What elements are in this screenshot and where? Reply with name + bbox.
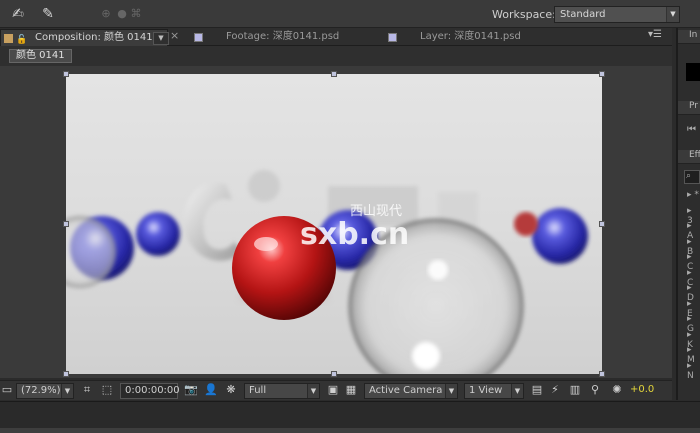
chevron-down-icon: ▼: [445, 384, 457, 398]
puppet-starch-tool-icon[interactable]: ✎: [36, 4, 60, 24]
panel-color-icon: [4, 34, 13, 43]
puppet-pin-tool-icon[interactable]: ✍: [6, 4, 30, 24]
resolution-dropdown[interactable]: Full ▼: [244, 383, 320, 399]
mask-visibility-icon[interactable]: ⬚: [100, 383, 114, 399]
right-panel-stack: In Pr ⏮ Eff ▸ * ▸ 3 ▸ A ▸ B ▸ C ▸ C ▸ D ▸ E ▸ G ▸…: [676, 28, 700, 400]
footage-swatch-icon: [194, 33, 203, 42]
effects-search-icon[interactable]: ⌕: [684, 170, 700, 184]
effects-category-item[interactable]: ▸ N: [687, 361, 700, 381]
effects-panel-tab[interactable]: Eff: [678, 150, 700, 164]
chevron-down-icon: ▼: [511, 384, 523, 398]
tab-composition-label: Composition: 颜色 0141: [35, 32, 153, 43]
zoom-value: (72.9%): [21, 385, 61, 396]
rendered-frame: 西山现代 sxb.cn: [66, 74, 602, 374]
timeline-icon[interactable]: ▥: [568, 383, 582, 399]
fast-previews-icon[interactable]: ⚡: [548, 383, 562, 399]
transparency-grid-icon[interactable]: ▦: [344, 383, 358, 399]
region-of-interest-icon[interactable]: ▣: [326, 383, 340, 399]
grid-guide-icon[interactable]: ⌗: [80, 383, 94, 399]
panel-menu-icon[interactable]: ▾☰: [648, 29, 662, 40]
layer-swatch-icon: [388, 33, 397, 42]
view-layout-dropdown[interactable]: 1 View ▼: [464, 383, 524, 399]
viewer-controls-bar: ▭ (72.9%) ▼ ⌗ ⬚ 0:00:00:00 📷 👤 ❋ Full ▼ …: [0, 380, 672, 400]
show-snapshot-icon[interactable]: 👤: [204, 383, 218, 399]
workspace-select[interactable]: Standard ▼: [554, 6, 680, 23]
composition-viewer[interactable]: 西山现代 sxb.cn: [0, 66, 672, 378]
toggle-pixel-aspect-icon[interactable]: ▤: [530, 383, 544, 399]
composition-dropdown-icon[interactable]: ▼: [153, 32, 169, 45]
watermark-en: sxb.cn: [300, 217, 409, 252]
resolution-value: Full: [249, 385, 267, 396]
info-color-swatch: [686, 63, 700, 81]
exposure-value[interactable]: +0.0: [630, 383, 654, 399]
tools-toolbar: ✍ ✎ ⊕ ● ⌘ Workspace: Standard ▼: [0, 0, 700, 28]
tab-footage[interactable]: Footage: 深度0141.psd: [190, 29, 380, 46]
transform-handle[interactable]: [599, 71, 605, 77]
transform-handle[interactable]: [63, 71, 69, 77]
composition-navigator: 颜色 0141: [0, 46, 672, 66]
transform-handle[interactable]: [331, 71, 337, 77]
snapshot-icon[interactable]: 📷: [184, 383, 198, 399]
timeline-strip: [0, 428, 700, 433]
transform-handle[interactable]: [599, 371, 605, 377]
transform-handle[interactable]: [331, 371, 337, 377]
current-time-field[interactable]: 0:00:00:00: [120, 383, 180, 399]
timeline-area: [0, 401, 700, 433]
tab-layer[interactable]: Layer: 深度0141.psd: [384, 29, 624, 46]
camera-value: Active Camera: [369, 385, 443, 396]
chevron-down-icon: ▼: [666, 7, 679, 22]
magnification-dropdown[interactable]: (72.9%) ▼: [16, 383, 74, 399]
workspace-value: Standard: [560, 9, 606, 20]
workspace-label: Workspace:: [492, 8, 556, 21]
after-effects-window: ✍ ✎ ⊕ ● ⌘ Workspace: Standard ▼ 🔓 Compos…: [0, 0, 700, 433]
transform-handle[interactable]: [63, 221, 69, 227]
info-panel-tab[interactable]: In: [678, 30, 700, 44]
camera-view-dropdown[interactable]: Active Camera ▼: [364, 383, 458, 399]
preview-panel-tab[interactable]: Pr: [678, 101, 700, 115]
close-tab-icon[interactable]: ×: [170, 29, 179, 42]
first-frame-icon[interactable]: ⏮: [687, 124, 696, 135]
chevron-down-icon: ▼: [307, 384, 319, 398]
channel-icon[interactable]: ❋: [224, 383, 238, 399]
tab-footage-label: Footage: 深度0141.psd: [226, 31, 340, 42]
chevron-down-icon: ▼: [61, 384, 73, 398]
composition-name-chip[interactable]: 颜色 0141: [9, 49, 72, 63]
always-preview-icon[interactable]: ▭: [0, 383, 14, 399]
transform-handle[interactable]: [599, 221, 605, 227]
effects-category-item[interactable]: ▸ *: [687, 190, 699, 200]
composition-canvas[interactable]: 西山现代 sxb.cn: [66, 74, 602, 374]
view-axis-icon[interactable]: ⌘: [124, 4, 148, 24]
tab-composition[interactable]: 🔓 Composition: 颜色 0141 ▼: [0, 29, 169, 46]
reset-exposure-icon[interactable]: ✺: [610, 383, 624, 399]
tab-layer-label: Layer: 深度0141.psd: [420, 31, 521, 42]
flowchart-icon[interactable]: ⚲: [588, 383, 602, 399]
viewer-tab-bar: 🔓 Composition: 颜色 0141 ▼ × Footage: 深度01…: [0, 28, 672, 46]
lock-icon[interactable]: 🔓: [16, 32, 27, 45]
views-value: 1 View: [469, 385, 503, 396]
transform-handle[interactable]: [63, 371, 69, 377]
